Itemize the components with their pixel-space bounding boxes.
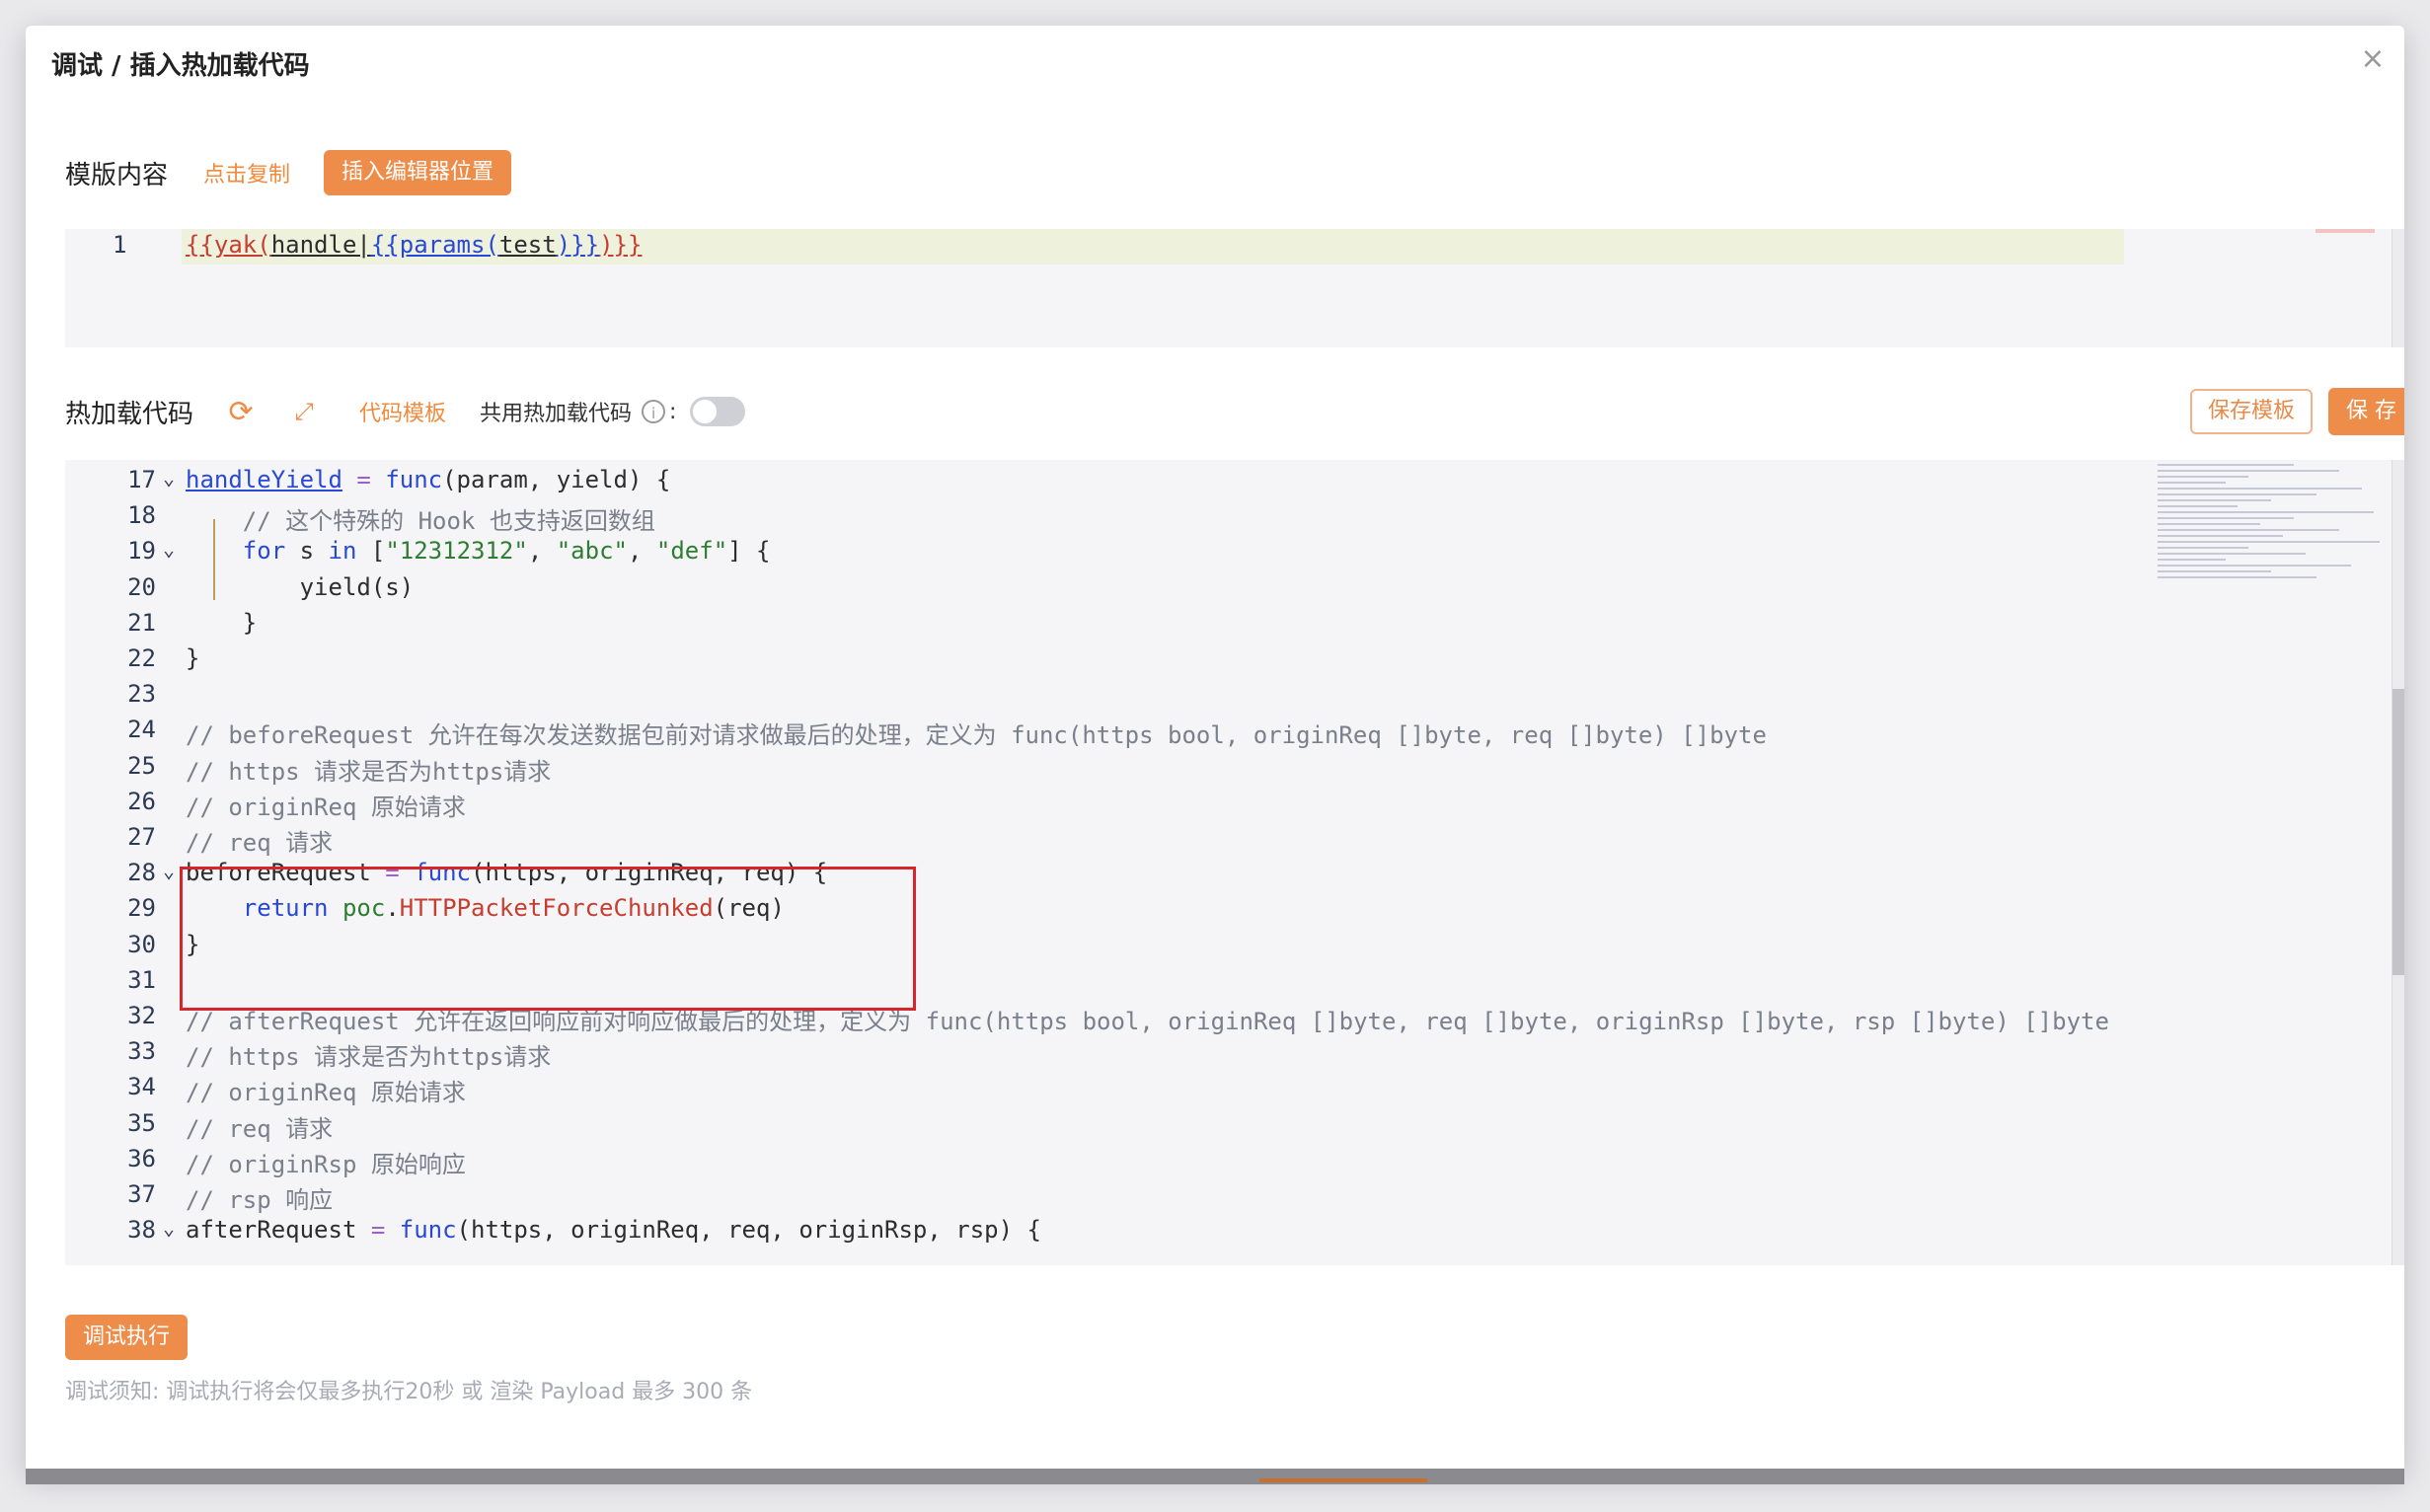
code-text: afterRequest = func(https, originReq, re…: [186, 1216, 1041, 1245]
code-text: // req 请求: [186, 1114, 334, 1143]
line-number: 18: [127, 501, 156, 530]
minimap[interactable]: [2158, 464, 2385, 691]
hotload-toolbar: 热加载代码 ⟳ ⤢ 代码模板 共用热加载代码 i : 保存模板 保 存: [65, 387, 2404, 436]
code-template-button[interactable]: 代码模板: [359, 396, 446, 427]
code-text: // req 请求: [186, 829, 334, 857]
indent-guide: [213, 519, 215, 600]
template-toolbar: 模版内容 点击复制 插入编辑器位置: [65, 150, 512, 195]
save-template-button[interactable]: 保存模板: [2189, 389, 2313, 434]
line-number: 23: [127, 680, 156, 709]
code-text: // originReq 原始请求: [186, 793, 466, 821]
hotload-label: 热加载代码: [65, 399, 194, 429]
scrollbar-thumb[interactable]: [1259, 1478, 1427, 1482]
line-number: 22: [127, 644, 156, 672]
line-number: 35: [127, 1108, 156, 1137]
code-text: // beforeRequest 允许在每次发送数据包前对请求做最后的处理，定义…: [186, 721, 1767, 750]
code-text: // 这个特殊的 Hook 也支持返回数组: [186, 507, 655, 536]
code-line: 26 // originReq 原始请求: [65, 788, 2138, 823]
fullscreen-icon[interactable]: ⤢: [288, 398, 320, 425]
code-text: handleYield = func(param, yield) {: [186, 466, 671, 493]
fold-chevron-icon[interactable]: ⌄: [156, 537, 182, 561]
shared-hotload-toggle[interactable]: [690, 397, 746, 426]
code-line: 25 // https 请求是否为https请求: [65, 752, 2138, 788]
fold-chevron-icon[interactable]: ⌄: [156, 1216, 182, 1240]
line-number: 31: [127, 965, 156, 994]
minimap[interactable]: [2316, 229, 2375, 233]
fold-chevron-icon[interactable]: ⌄: [156, 466, 182, 490]
line-number: 27: [127, 823, 156, 851]
code-line: 22}: [65, 644, 2138, 680]
line-number: 25: [127, 751, 156, 780]
template-editor[interactable]: 1 {{yak(handle|{{params(test)}})}}: [65, 229, 2404, 347]
line-number: 26: [127, 787, 156, 815]
horizontal-scrollbar[interactable]: [26, 1469, 2404, 1484]
code-line: 24 // beforeRequest 允许在每次发送数据包前对请求做最后的处理，…: [65, 716, 2138, 751]
line-number: 38: [127, 1216, 156, 1245]
code-line: 27 // req 请求: [65, 823, 2138, 859]
debug-note: 调试须知: 调试执行将会仅最多执行20秒 或 渲染 Payload 最多 300…: [65, 1380, 753, 1404]
debug-run-button[interactable]: 调试执行: [65, 1315, 189, 1360]
refresh-icon[interactable]: ⟳: [225, 395, 257, 429]
line-number: 29: [127, 894, 156, 923]
code-text: // originReq 原始请求: [186, 1079, 466, 1107]
highlight-box: [180, 867, 916, 1011]
line-number: 24: [127, 716, 156, 744]
code-line: 19 ⌄ for s in ["12312312", "abc", "def"] …: [65, 537, 2138, 572]
code-line: 17 ⌄ handleYield = func(param, yield) {: [65, 466, 2138, 501]
code-text: yield(s): [186, 572, 415, 601]
code-line: 33 // https 请求是否为https请求: [65, 1037, 2138, 1073]
code-line: 36 // originRsp 原始响应: [65, 1145, 2138, 1180]
code-line: 38 ⌄ afterRequest = func(https, originReq,…: [65, 1216, 2138, 1251]
line-number: 1: [113, 231, 127, 259]
code-line: 34 // originReq 原始请求: [65, 1073, 2138, 1108]
code-text: }: [186, 644, 200, 672]
line-number: 19: [127, 537, 156, 566]
line-number: 30: [127, 930, 156, 958]
line-number: 21: [127, 608, 156, 637]
code-text: // https 请求是否为https请求: [186, 757, 552, 786]
info-icon[interactable]: i: [642, 400, 666, 423]
line-number: 33: [127, 1037, 156, 1066]
save-button[interactable]: 保 存: [2328, 388, 2404, 435]
hotload-code-editor[interactable]: 17 ⌄ handleYield = func(param, yield) {18 …: [65, 460, 2404, 1265]
line-number: 34: [127, 1073, 156, 1101]
code-text: for s in ["12312312", "abc", "def"] {: [242, 537, 771, 566]
code-line: 20 yield(s): [65, 573, 2138, 609]
line-number: 17: [127, 466, 156, 493]
code-text: }: [186, 608, 258, 637]
vertical-scrollbar[interactable]: [2392, 229, 2404, 347]
code-text: // originRsp 原始响应: [186, 1150, 466, 1178]
code-line: 35 // req 请求: [65, 1109, 2138, 1145]
line-number: 28: [127, 859, 156, 887]
modal-title: 调试 / 插入热加载代码: [51, 51, 310, 81]
code-line: 23: [65, 680, 2138, 716]
colon: :: [669, 399, 677, 424]
shared-hotload-label: 共用热加载代码: [480, 402, 633, 426]
code-line: 18 // 这个特殊的 Hook 也支持返回数组: [65, 501, 2138, 537]
code-text: // https 请求是否为https请求: [186, 1043, 552, 1072]
hotload-modal: 调试 / 插入热加载代码 × 模版内容 点击复制 插入编辑器位置 1 {{yak…: [26, 26, 2404, 1474]
line-number: 20: [127, 572, 156, 601]
code-line: 37 // rsp 响应: [65, 1180, 2138, 1216]
insert-editor-position-button[interactable]: 插入编辑器位置: [324, 150, 512, 195]
code-text: // rsp 响应: [186, 1186, 334, 1214]
line-number: 32: [127, 1002, 156, 1029]
line-number: 37: [127, 1180, 156, 1208]
fold-chevron-icon[interactable]: ⌄: [156, 859, 182, 882]
line-number: 36: [127, 1144, 156, 1172]
copy-button[interactable]: 点击复制: [203, 157, 290, 189]
close-icon[interactable]: ×: [2353, 39, 2392, 79]
scrollbar-thumb[interactable]: [2392, 689, 2404, 975]
template-code: {{yak(handle|{{params(test)}})}}: [186, 231, 643, 259]
code-line: 21 }: [65, 609, 2138, 644]
template-label: 模版内容: [65, 160, 169, 190]
